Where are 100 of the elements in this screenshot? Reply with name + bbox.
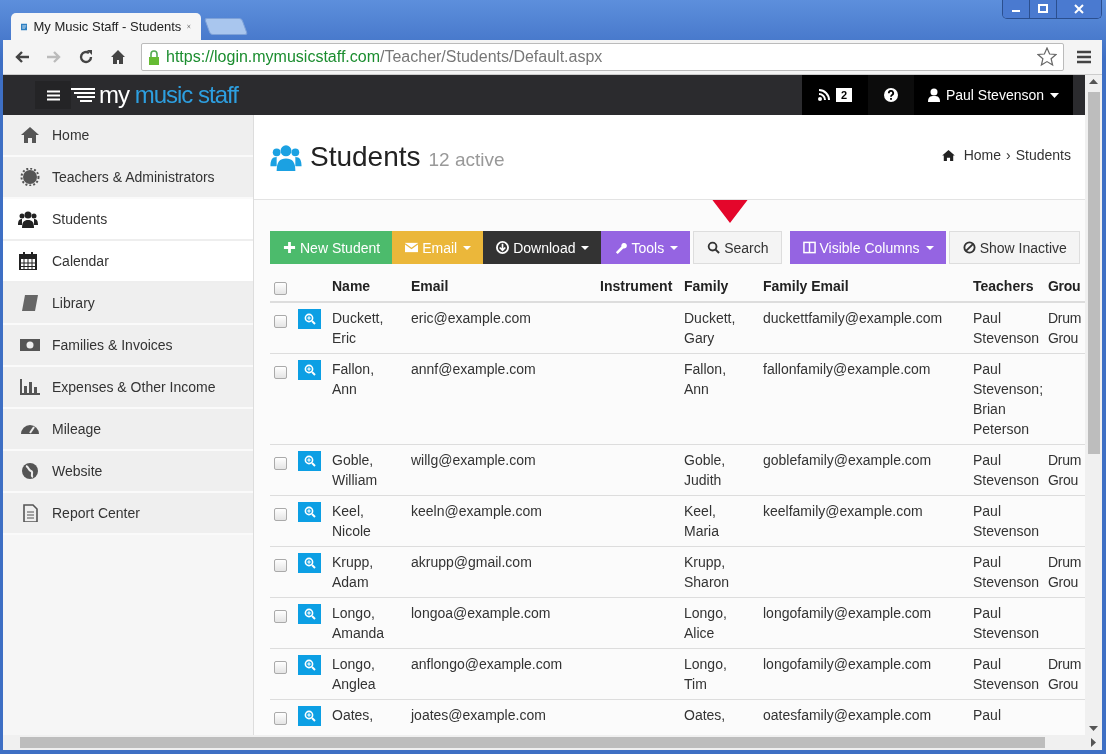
column-header[interactable]: Email	[411, 278, 449, 294]
sidebar-label: Home	[52, 127, 90, 143]
help-button[interactable]	[868, 75, 914, 115]
table-cell-text: Drum Grou	[1048, 451, 1083, 490]
back-icon[interactable]	[14, 49, 30, 65]
sidebar-item[interactable]: Report Center	[3, 493, 253, 535]
tab-title: My Music Staff - Students	[33, 19, 182, 34]
banknote-icon	[20, 336, 40, 354]
ban-icon	[962, 241, 976, 254]
rss-icon	[817, 89, 830, 101]
calendar-icon	[18, 252, 38, 270]
sidebar-item[interactable]: Families & Invoices	[3, 325, 253, 367]
student-name: Goble, William	[332, 451, 379, 490]
bar-chart-icon	[20, 378, 40, 396]
scroll-up-icon[interactable]	[1089, 79, 1098, 84]
student-name: Fallon, Ann	[332, 360, 376, 399]
zoom-in-icon	[303, 313, 316, 325]
table-cell-text: Longo, Tim	[684, 655, 728, 694]
view-button[interactable]	[298, 553, 321, 573]
column-header[interactable]: Family	[684, 278, 729, 294]
select-all-checkbox[interactable]	[274, 281, 287, 295]
address-bar[interactable]: https://login.mymusicstaff.com/Teacher/Students/Default.aspx	[141, 43, 1064, 71]
table-cell-text: Paul	[973, 706, 1002, 725]
reload-icon[interactable]	[78, 49, 94, 65]
view-button[interactable]	[298, 309, 321, 329]
row-checkbox[interactable]	[274, 711, 287, 725]
column-header[interactable]: Teachers	[973, 278, 1034, 294]
sidebar-item[interactable]: Students	[3, 199, 253, 241]
row-checkbox[interactable]	[274, 365, 287, 379]
student-name: Keel, Nicole	[332, 502, 372, 541]
sidebar-item[interactable]: Library	[3, 283, 253, 325]
row-checkbox[interactable]	[274, 660, 287, 674]
column-header[interactable]: Instrument	[600, 278, 673, 294]
student-name: Oates,	[332, 706, 374, 725]
toolbar-button[interactable]: Search	[693, 231, 782, 264]
zoom-in-icon	[303, 364, 316, 376]
sidebar-label: Library	[52, 295, 95, 311]
new-tab-button[interactable]	[203, 18, 249, 35]
table-cell-text: anflongo@example.com	[411, 655, 563, 674]
table-cell-text: Oates,	[684, 706, 726, 725]
user-menu[interactable]: Paul Stevenson	[914, 75, 1073, 115]
caret-icon	[1050, 92, 1060, 98]
breadcrumb-separator: ›	[1006, 147, 1011, 163]
user-icon	[927, 88, 940, 102]
star-icon[interactable]	[1037, 47, 1057, 67]
column-header[interactable]: Grou	[1048, 278, 1081, 294]
gear-icon	[20, 168, 40, 186]
table-cell-text: eric@example.com	[411, 309, 532, 328]
row-checkbox[interactable]	[274, 456, 287, 470]
toolbar-button[interactable]: Tools	[601, 231, 691, 264]
column-header[interactable]: Name	[332, 278, 371, 294]
menu-icon[interactable]	[1077, 50, 1091, 64]
table-cell-text: Keel, Maria	[684, 502, 720, 541]
sidebar-item[interactable]: Calendar	[3, 241, 253, 283]
home-icon[interactable]	[110, 49, 126, 65]
view-button[interactable]	[298, 360, 321, 380]
toolbar-button[interactable]: Show Inactive	[948, 231, 1080, 264]
column-header[interactable]: Family Email	[763, 278, 849, 294]
browser-tab[interactable]: My Music Staff - Students	[11, 13, 201, 40]
view-button[interactable]	[298, 706, 321, 726]
toolbar-button[interactable]: Download	[483, 231, 602, 264]
horizontal-scrollbar[interactable]	[3, 735, 1102, 750]
forward-icon[interactable]	[46, 49, 62, 65]
sidebar-item[interactable]: Expenses & Other Income	[3, 367, 253, 409]
row-checkbox[interactable]	[274, 507, 287, 521]
zoom-in-icon	[303, 608, 316, 620]
table-cell-text: Paul Stevenson	[973, 604, 1041, 643]
sidebar-item[interactable]: Teachers & Administrators	[3, 157, 253, 199]
sidebar-item[interactable]: Mileage	[3, 409, 253, 451]
maximize-button[interactable]	[1030, 0, 1057, 18]
view-button[interactable]	[298, 655, 321, 675]
table-cell-text: goblefamily@example.com	[763, 451, 932, 470]
table-cell-text: Paul Stevenson	[973, 655, 1041, 694]
breadcrumb-current: Students	[1015, 147, 1071, 163]
table-cell-text: akrupp@gmail.com	[411, 553, 532, 572]
vertical-scrollbar[interactable]	[1085, 75, 1102, 735]
view-button[interactable]	[298, 451, 321, 471]
scroll-right-icon[interactable]	[1091, 738, 1096, 747]
view-button[interactable]	[298, 604, 321, 624]
scroll-down-icon[interactable]	[1089, 726, 1098, 731]
view-button[interactable]	[298, 502, 321, 522]
help-icon	[884, 88, 898, 102]
sidebar-item[interactable]: Home	[3, 115, 253, 157]
minimize-button[interactable]	[1003, 0, 1030, 18]
logo[interactable]: my music staff	[99, 81, 238, 109]
lock-icon	[148, 49, 160, 65]
sidebar-label: Website	[52, 463, 103, 479]
sidebar-item[interactable]: Website	[3, 451, 253, 493]
breadcrumb-link[interactable]: Home	[963, 147, 1002, 163]
table-cell-text: joates@example.com	[411, 706, 546, 725]
row-checkbox[interactable]	[274, 558, 287, 572]
row-checkbox[interactable]	[274, 314, 287, 328]
feed-count-badge: 2	[835, 88, 852, 102]
table-cell-text: longoa@example.com	[411, 604, 551, 623]
close-button[interactable]	[1057, 0, 1101, 18]
toolbar-button[interactable]: Visible Columns	[789, 231, 946, 264]
menu-button[interactable]	[35, 81, 71, 109]
table-cell-text: Drum Grou	[1048, 655, 1083, 694]
feed-button[interactable]: 2	[801, 75, 868, 115]
row-checkbox[interactable]	[274, 609, 287, 623]
